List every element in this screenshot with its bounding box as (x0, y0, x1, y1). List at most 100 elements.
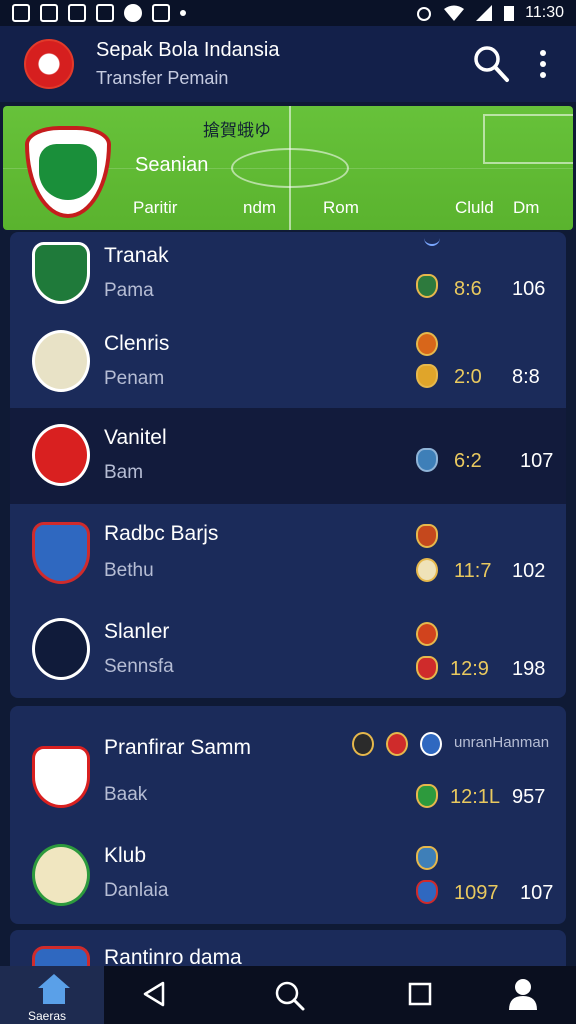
status-icons-left (12, 4, 186, 22)
nav-home[interactable]: Saeras (0, 966, 104, 1024)
transfer-score: 1097 (454, 882, 499, 904)
column-label: Paritir (133, 198, 178, 217)
record-icon (124, 4, 142, 22)
back-icon[interactable] (140, 980, 168, 1008)
app-bar: Sepak Bola Indansia Transfer Pemain (0, 26, 576, 102)
status-bar: 11:30 (0, 0, 576, 26)
column-label: Cluld (455, 198, 494, 217)
club-name: Pranfirar Samm (104, 736, 252, 759)
list-item[interactable]: Clenris Penam 2:0 8:8 (10, 320, 566, 408)
list-item[interactable]: Radbc Barjs Bethu 11:7 102 (10, 504, 566, 602)
column-label: Dm (513, 198, 540, 217)
transfer-count: 107 (520, 450, 554, 472)
mini-crest-icon (416, 274, 438, 298)
chevron-icon (424, 238, 440, 246)
club-sub: Bam (104, 462, 144, 483)
list-item[interactable]: Slanler Sennsfa 12:9 198 (10, 602, 566, 698)
club-crest-icon (32, 844, 90, 906)
club-sub: Sennsfa (104, 656, 174, 677)
app-title: Sepak Bola Indansia (96, 39, 280, 61)
mini-crest-icon (416, 448, 438, 472)
app-titles: Sepak Bola Indansia Transfer Pemain (96, 39, 472, 89)
app-actions (472, 44, 546, 84)
alarm-icon (417, 7, 432, 21)
mini-crest-icon (416, 622, 438, 646)
search-icon[interactable] (472, 44, 510, 84)
flag-icon (152, 4, 170, 22)
list-item[interactable]: Klub Danlaia 1097 107 (10, 818, 566, 924)
club-sub: Baak (104, 784, 148, 805)
tools-icon (68, 4, 86, 22)
mini-crest-icon (386, 732, 408, 756)
club-name: Slanler (104, 620, 170, 643)
club-name: Klub (104, 844, 147, 867)
pitch-penalty-box (483, 114, 573, 164)
club-name: Clenris (104, 332, 170, 355)
battery-icon (504, 6, 515, 21)
mini-crest-icon (352, 732, 374, 756)
column-label: ndm (243, 198, 277, 217)
club-sub: Bethu (104, 560, 154, 581)
lock-icon (40, 4, 58, 22)
transfer-score: 6:2 (454, 450, 482, 472)
square-icon[interactable] (408, 982, 434, 1008)
club-sub: Danlaia (104, 880, 169, 901)
list-item[interactable]: Tranak Pama 8:6 106 (10, 232, 566, 320)
pitch-top-text: 搶賀蛾ゆ (203, 121, 271, 140)
transfer-count: 107 (520, 882, 554, 904)
search-icon[interactable] (274, 980, 306, 1012)
mini-crest-icon (416, 558, 438, 582)
mail-icon (96, 4, 114, 22)
mini-crest-icon (416, 784, 438, 808)
transfer-score: 12:9 (450, 658, 489, 680)
club-name: Vanitel (104, 426, 167, 449)
transfer-score: 12:1L (450, 786, 501, 808)
app-subtitle: Transfer Pemain (96, 68, 229, 88)
club-crest-icon (32, 424, 90, 486)
club-crest-icon (32, 746, 90, 808)
status-time: 11:30 (525, 4, 564, 21)
mini-crest-icon (420, 732, 442, 756)
notification-dot-icon (180, 10, 186, 16)
club-crest-icon (32, 618, 90, 680)
signal-icon (476, 5, 493, 21)
nav-home-label: Saeras (28, 1009, 67, 1023)
list-item[interactable]: Pranfirar Samm Baak unranHanman 12:1L 95… (10, 706, 566, 818)
mini-crest-icon (416, 656, 438, 680)
bottom-navigation: Saeras (0, 966, 576, 1024)
featured-club-name: Seanian (135, 154, 209, 176)
transfer-score: 11:7 (454, 560, 492, 582)
mini-crest-icon (416, 846, 438, 870)
mini-crest-icon (416, 332, 438, 356)
pitch-center-circle (231, 148, 349, 188)
club-sub: Penam (104, 368, 165, 389)
league-label: unranHanman (454, 734, 550, 751)
featured-club-card[interactable]: 搶賀蛾ゆ Seanian Paritir ndm Rom Cluld Dm (3, 106, 573, 230)
club-name: Tranak (104, 244, 169, 267)
app-logo (24, 39, 74, 89)
transfer-score: 2:0 (454, 366, 482, 388)
club-sub: Pama (104, 280, 154, 301)
club-name: Radbc Barjs (104, 522, 219, 545)
transfer-count: 957 (512, 786, 546, 808)
transfer-count: 8:8 (512, 366, 540, 388)
transfer-list-card: Pranfirar Samm Baak unranHanman 12:1L 95… (10, 706, 566, 924)
mini-crest-icon (416, 364, 438, 388)
status-icons-right: 11:30 (415, 4, 564, 22)
mini-crest-icon (416, 524, 438, 548)
transfer-list-card: Tranak Pama 8:6 106 Clenris Penam 2:0 8:… (10, 232, 566, 698)
club-crest-icon (25, 126, 111, 218)
transfer-count: 106 (512, 278, 546, 300)
club-crest-icon (32, 242, 90, 304)
home-icon (38, 974, 70, 1004)
profile-icon[interactable] (506, 976, 540, 1012)
transfer-score: 8:6 (454, 278, 482, 300)
wifi-icon (444, 5, 465, 21)
list-item[interactable]: Vanitel Bam 6:2 107 (10, 408, 566, 504)
column-label: Rom (323, 198, 359, 217)
gallery-icon (12, 4, 30, 22)
transfer-count: 102 (512, 560, 546, 582)
transfer-count: 198 (512, 658, 546, 680)
more-vert-icon[interactable] (540, 50, 546, 78)
club-crest-icon (32, 522, 90, 584)
